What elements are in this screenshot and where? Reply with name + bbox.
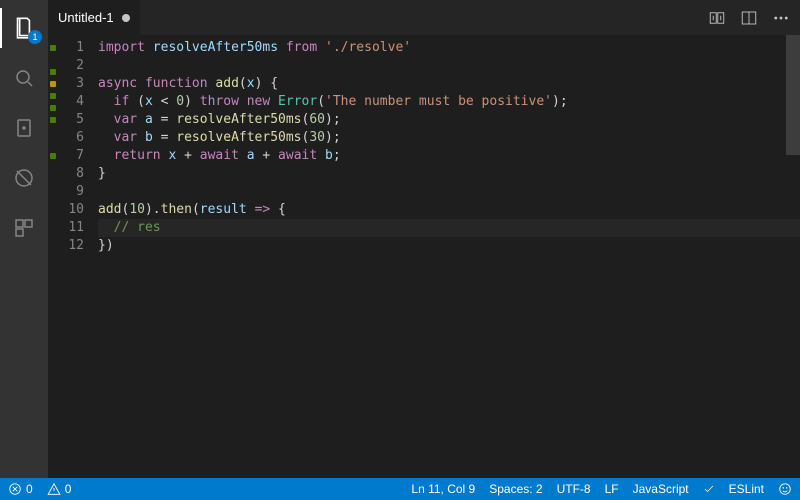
explorer-badge: 1 — [28, 30, 42, 44]
status-errors[interactable]: 0 — [8, 482, 33, 496]
code-line[interactable]: if (x < 0) throw new Error('The number m… — [98, 93, 800, 111]
activity-debug[interactable] — [0, 158, 48, 198]
unsaved-dot-icon — [122, 14, 130, 22]
more-icon[interactable] — [772, 9, 790, 27]
line-numbers: 123456789101112 — [58, 35, 98, 478]
status-warnings[interactable]: 0 — [47, 482, 72, 496]
tab-bar: Untitled-1 — [48, 0, 800, 35]
code-line[interactable]: add(10).then(result => { — [98, 201, 800, 219]
activity-explorer[interactable]: 1 — [0, 8, 48, 48]
status-feedback-icon[interactable] — [778, 482, 792, 496]
activity-source-control[interactable] — [0, 108, 48, 148]
code-line[interactable]: import resolveAfter50ms from './resolve' — [98, 39, 800, 57]
split-editor-icon[interactable] — [740, 9, 758, 27]
status-spaces[interactable]: Spaces: 2 — [489, 482, 542, 496]
code-line[interactable] — [98, 57, 800, 75]
code-line[interactable]: return x + await a + await b; — [98, 147, 800, 165]
status-ln-col[interactable]: Ln 11, Col 9 — [411, 482, 475, 496]
activity-search[interactable] — [0, 58, 48, 98]
tab-title: Untitled-1 — [58, 10, 114, 25]
compare-icon[interactable] — [708, 9, 726, 27]
scrollbar[interactable] — [786, 35, 800, 478]
code-line[interactable]: var a = resolveAfter50ms(60); — [98, 111, 800, 129]
status-eol[interactable]: LF — [605, 482, 619, 496]
status-eslint[interactable]: ESLint — [729, 482, 764, 496]
status-language[interactable]: JavaScript — [633, 482, 689, 496]
code-area[interactable]: import resolveAfter50ms from './resolve'… — [98, 35, 800, 478]
code-line[interactable]: }) — [98, 237, 800, 255]
status-eslint-check[interactable] — [703, 483, 715, 495]
code-line[interactable]: } — [98, 165, 800, 183]
code-line[interactable]: var b = resolveAfter50ms(30); — [98, 129, 800, 147]
status-bar: 0 0 Ln 11, Col 9 Spaces: 2 UTF-8 LF Java… — [0, 478, 800, 500]
activity-bar: 1 — [0, 0, 48, 478]
scrollbar-thumb[interactable] — [786, 35, 800, 155]
status-encoding[interactable]: UTF-8 — [557, 482, 591, 496]
tab-untitled-1[interactable]: Untitled-1 — [48, 0, 140, 35]
code-editor[interactable]: 123456789101112 import resolveAfter50ms … — [48, 35, 800, 478]
gutter-markers — [48, 35, 58, 478]
code-line[interactable]: // res — [98, 219, 800, 237]
code-line[interactable]: async function add(x) { — [98, 75, 800, 93]
activity-extensions[interactable] — [0, 208, 48, 248]
code-line[interactable] — [98, 183, 800, 201]
